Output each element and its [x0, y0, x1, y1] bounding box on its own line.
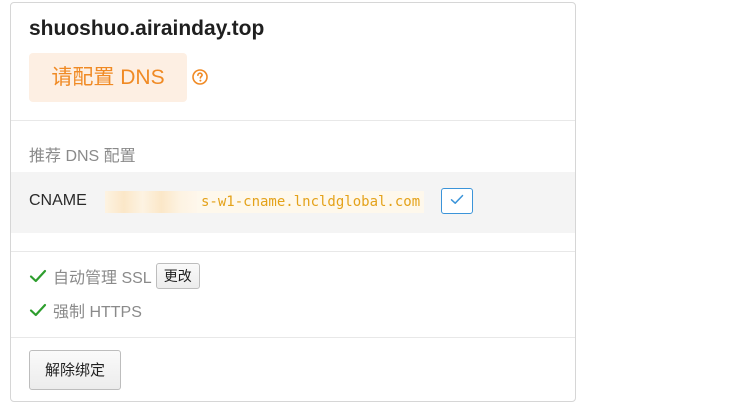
- check-icon: [450, 192, 464, 210]
- redacted-prefix: [105, 191, 199, 213]
- feature-ssl-label: 自动管理 SSL: [53, 270, 152, 287]
- divider: [11, 337, 575, 338]
- copy-button[interactable]: [441, 188, 473, 214]
- question-circle-icon[interactable]: [192, 69, 208, 85]
- divider: [11, 251, 575, 252]
- dns-record-row: CNAME s-w1-cname.lncldglobal.com: [11, 172, 575, 233]
- feature-https-label: 强制 HTTPS: [53, 304, 142, 321]
- domain-title: shuoshuo.airainday.top: [29, 17, 265, 40]
- unbind-button[interactable]: 解除绑定: [29, 350, 121, 390]
- dns-section-label: 推荐 DNS 配置: [29, 148, 136, 165]
- status-badge: 请配置 DNS: [29, 53, 187, 102]
- record-value[interactable]: s-w1-cname.lncldglobal.com: [197, 191, 425, 213]
- feature-https: 强制 HTTPS: [29, 298, 142, 322]
- domain-card: shuoshuo.airainday.top 请配置 DNS 推荐 DNS 配置…: [10, 2, 576, 402]
- record-type: CNAME: [29, 192, 87, 209]
- divider: [11, 120, 575, 121]
- change-ssl-button[interactable]: 更改: [155, 263, 200, 289]
- feature-ssl: 自动管理 SSL 更改: [29, 263, 200, 289]
- check-icon: [29, 268, 47, 284]
- check-icon: [29, 302, 47, 318]
